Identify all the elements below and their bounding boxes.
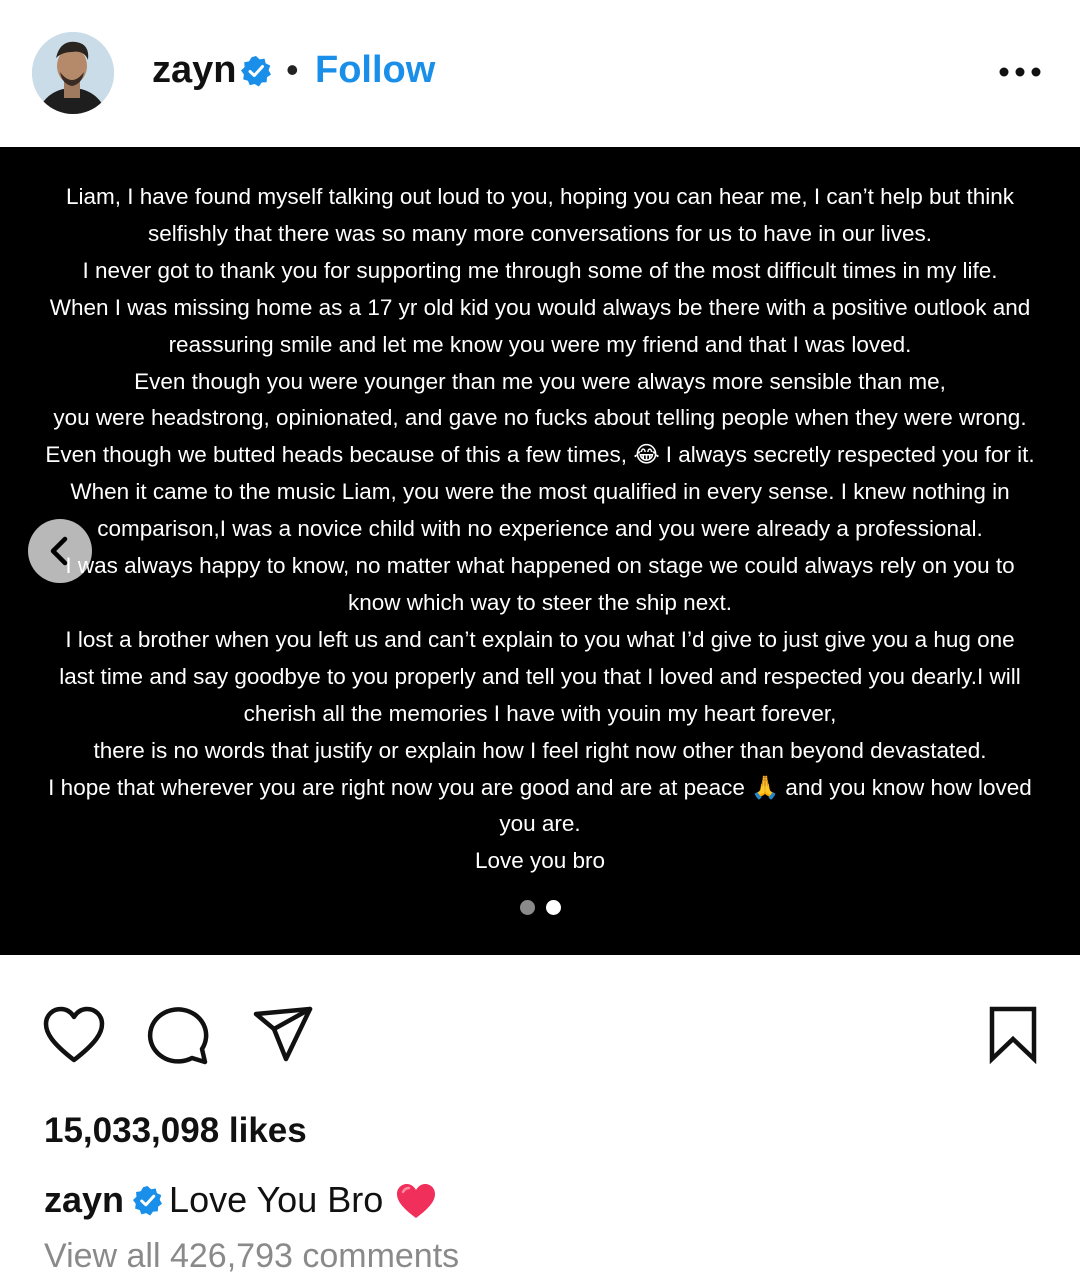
post-text-line: I never got to thank you for supporting … bbox=[82, 257, 998, 283]
post-header: zayn • Follow bbox=[0, 0, 1080, 147]
post-text-line: reassuring smile and let me know you wer… bbox=[168, 331, 912, 357]
view-comments-link[interactable]: View all 426,793 comments bbox=[44, 1236, 459, 1276]
post-text-line: Love you bro bbox=[474, 848, 606, 874]
post-text-line: comparison,I was a novice child with no … bbox=[97, 516, 983, 542]
post-text-line: When it came to the music Liam, you were… bbox=[70, 479, 1010, 505]
bookmark-icon[interactable] bbox=[986, 1005, 1040, 1065]
likes-count[interactable]: 15,033,098 likes bbox=[44, 1110, 307, 1152]
comment-icon[interactable] bbox=[145, 1005, 211, 1065]
chevron-left-icon bbox=[50, 536, 68, 566]
post-text-line: I lost a brother when you left us and ca… bbox=[65, 626, 1015, 652]
post-text-line: cherish all the memories I have with you… bbox=[243, 700, 837, 726]
more-dots-icon[interactable] bbox=[996, 58, 1044, 86]
post-text-line: I was always happy to know, no matter wh… bbox=[65, 553, 1015, 579]
heart-icon[interactable] bbox=[42, 1005, 106, 1065]
post-text: Liam, I have found myself talking out lo… bbox=[0, 179, 1080, 880]
post-text-line: Even though we butted heads because of t… bbox=[45, 442, 1035, 468]
post-text-line: selfishly that there was so many more co… bbox=[147, 220, 933, 246]
post-text-line: there is no words that justify or explai… bbox=[93, 737, 987, 763]
caption-text: Love You Bro bbox=[169, 1179, 384, 1220]
post-text-line: Liam, I have found myself talking out lo… bbox=[65, 184, 1015, 209]
caption: zayn Love You Bro bbox=[44, 1178, 437, 1222]
avatar[interactable] bbox=[32, 32, 114, 114]
carousel-prev-button[interactable] bbox=[28, 519, 92, 583]
avatar-image bbox=[32, 32, 114, 114]
share-icon[interactable] bbox=[252, 1005, 314, 1063]
post-text-line: I hope that wherever you are right now y… bbox=[48, 774, 1032, 800]
post-text-line: last time and say goodbye to you properl… bbox=[59, 663, 1021, 689]
caption-username[interactable]: zayn bbox=[44, 1179, 124, 1220]
carousel-dot bbox=[520, 900, 535, 915]
post-text-line: know which way to steer the ship next. bbox=[348, 589, 732, 615]
red-heart-icon bbox=[397, 1184, 436, 1218]
verified-badge-icon bbox=[241, 56, 271, 87]
carousel-indicator bbox=[520, 900, 564, 916]
follow-button[interactable]: Follow bbox=[315, 46, 435, 94]
carousel-dot bbox=[546, 900, 561, 915]
verified-badge-icon bbox=[133, 1185, 163, 1216]
post-text-line: you are. bbox=[499, 811, 581, 837]
post-text-line: you were headstrong, opinionated, and ga… bbox=[53, 405, 1027, 431]
separator-dot: • bbox=[286, 49, 299, 90]
action-bar bbox=[0, 955, 1080, 1095]
post-image[interactable]: Liam, I have found myself talking out lo… bbox=[0, 147, 1080, 955]
username[interactable]: zayn bbox=[152, 46, 236, 94]
post-text-line: Even though you were younger than me you… bbox=[134, 368, 946, 394]
post-text-line: When I was missing home as a 17 yr old k… bbox=[49, 294, 1031, 320]
